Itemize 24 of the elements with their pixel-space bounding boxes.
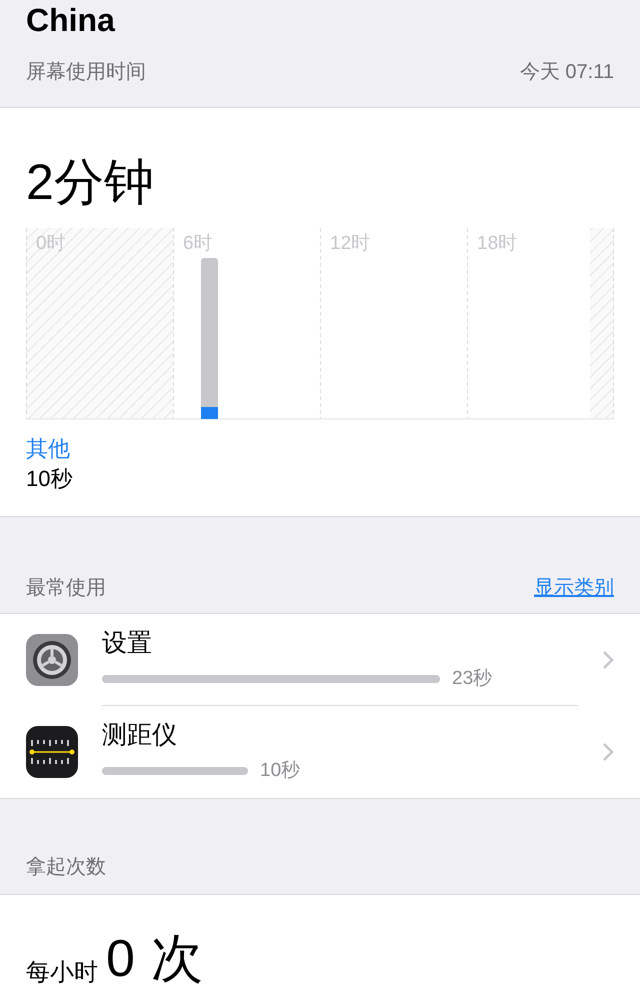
hour-label: 18时: [477, 232, 518, 256]
chevron-right-icon: [602, 650, 614, 670]
gear-icon: [26, 634, 78, 686]
app-time: 23秒: [452, 666, 492, 690]
section-header: 拿起次数: [26, 855, 106, 880]
category-time: 10秒: [26, 464, 72, 493]
hour-label: 12时: [330, 232, 370, 256]
pickups-count: 0: [106, 929, 135, 990]
pickups-unit: 次: [150, 929, 203, 990]
page-title: China: [26, 2, 115, 38]
app-row[interactable]: 设置 23秒: [0, 614, 640, 706]
hour-label: 6时: [183, 232, 213, 256]
category-label: 其他: [26, 434, 70, 463]
pickups-prefix: 每小时: [26, 958, 98, 988]
section-header: 最常使用: [26, 576, 106, 602]
ruler-icon: [26, 726, 78, 778]
date-time: 今天 07:11: [520, 60, 614, 86]
app-time: 10秒: [260, 759, 300, 783]
app-name: 设置: [102, 628, 153, 658]
app-name: 测距仪: [102, 720, 178, 751]
section-header: 屏幕使用时间: [26, 60, 146, 86]
app-row[interactable]: 测距仪 10秒: [0, 706, 640, 798]
total-time: 2分钟: [26, 152, 155, 212]
chevron-right-icon: [602, 742, 614, 762]
